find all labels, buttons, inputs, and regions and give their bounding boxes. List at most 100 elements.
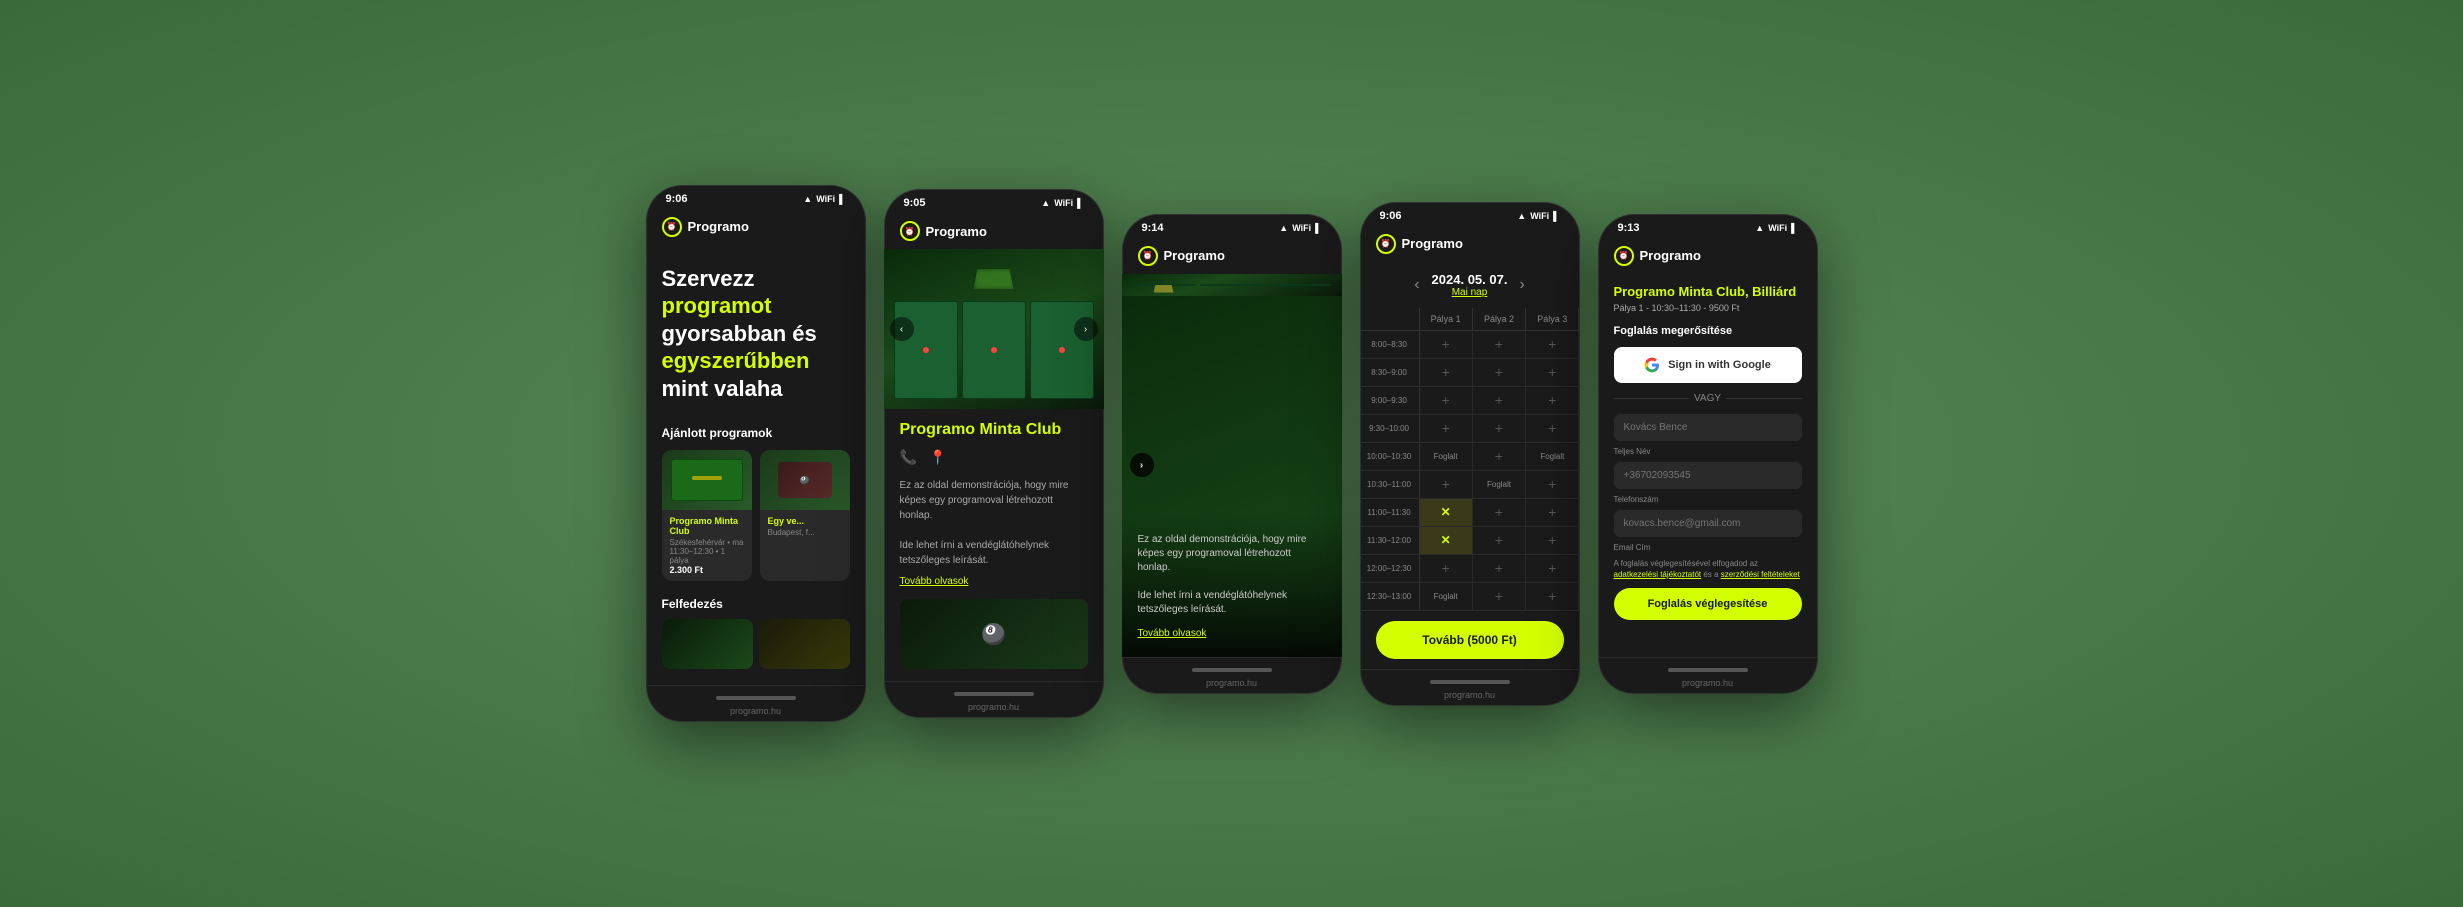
phone-content-3: Ez az oldal demonstrációja, hogy mire ké… <box>1122 274 1342 657</box>
hero-section: Szervezz programot gyorsabban és egyszer… <box>646 245 866 686</box>
slot-930-p2[interactable]: + <box>1473 415 1526 442</box>
discover-item-1[interactable] <box>662 619 753 669</box>
pool-light <box>692 476 722 480</box>
slot-1200-p1[interactable]: + <box>1420 555 1473 582</box>
wifi-icon-5: WiFi <box>1768 223 1787 233</box>
card-1[interactable]: Programo Minta Club Székesfehérvár • ma … <box>662 450 752 581</box>
lamp-a <box>1154 285 1174 293</box>
slot-830-p1[interactable]: + <box>1420 359 1473 386</box>
table-b <box>1200 284 1264 286</box>
app-header-1: ⏰ Programo <box>646 209 866 245</box>
slot-900-p2[interactable]: + <box>1473 387 1526 414</box>
phone3-overlay: Ez az oldal demonstrációja, hogy mire ké… <box>1122 513 1342 657</box>
status-bar-4: 9:06 ▲ WiFi ▌ <box>1360 202 1580 226</box>
slot-1130-p1[interactable]: ✕ <box>1420 527 1473 554</box>
slot-930-p3[interactable]: + <box>1526 415 1579 442</box>
slot-1230-p2[interactable]: + <box>1473 583 1526 610</box>
phone-input[interactable] <box>1614 462 1802 489</box>
confirm-btn[interactable]: Foglalás véglegesítése <box>1614 588 1802 620</box>
slot-800-p1[interactable]: + <box>1420 331 1473 358</box>
venue-gallery: 🎱 <box>900 599 1088 669</box>
terms-link-2[interactable]: szerződési feltételeket <box>1721 570 1800 579</box>
battery-icon-2: ▌ <box>1077 198 1083 208</box>
slot-930-p1[interactable]: + <box>1420 415 1473 442</box>
logo-icon-5: ⏰ <box>1614 246 1634 266</box>
cal-next[interactable]: › <box>1519 276 1524 294</box>
phone-5: 9:13 ▲ WiFi ▌ ⏰ Programo Programo Minta … <box>1598 214 1818 694</box>
slot-1230-p3[interactable]: + <box>1526 583 1579 610</box>
card-subtitle-1: Székesfehérvár • ma 11:30–12:30 • 1 pály… <box>670 538 744 565</box>
carousel-next-btn[interactable]: › <box>1074 317 1098 341</box>
time-1: 9:06 <box>666 193 688 205</box>
overlay-description: Ez az oldal demonstrációja, hogy mire ké… <box>1138 533 1326 617</box>
booking-btn[interactable]: Tovább (5000 Ft) <box>1376 621 1564 659</box>
slot-830-p3[interactable]: + <box>1526 359 1579 386</box>
slot-830-p2[interactable]: + <box>1473 359 1526 386</box>
row-930: 9:30–10:00 + + + <box>1360 415 1580 443</box>
footer-1: programo.hu <box>646 685 866 722</box>
pool-table <box>671 459 743 501</box>
overlay-read-more[interactable]: Tovább olvasok <box>1138 628 1207 639</box>
slot-1200-p2[interactable]: + <box>1473 555 1526 582</box>
slot-1100-p1[interactable]: ✕ <box>1420 499 1473 526</box>
card-2[interactable]: 🎱 Egy ve... Budapest, f... <box>760 450 850 581</box>
app-name-4: Programo <box>1402 236 1463 251</box>
cal-prev[interactable]: ‹ <box>1414 276 1419 294</box>
terms-link-1[interactable]: adatkezelési tájékoztatót <box>1614 570 1702 579</box>
nav-next-btn[interactable]: › <box>1130 453 1154 477</box>
cards-row: Programo Minta Club Székesfehérvár • ma … <box>662 450 850 581</box>
slot-1000-p2[interactable]: + <box>1473 443 1526 470</box>
phone-icon: 📞 <box>900 449 917 466</box>
table-c <box>1268 284 1332 286</box>
slot-1030-p3[interactable]: + <box>1526 471 1579 498</box>
email-input[interactable] <box>1614 510 1802 537</box>
slot-1030-p1[interactable]: + <box>1420 471 1473 498</box>
conf-detail: Pálya 1 - 10:30–11:30 - 9500 Ft <box>1614 303 1802 313</box>
read-more-link[interactable]: Tovább olvasok <box>900 576 1088 587</box>
phone-content-1: Szervezz programot gyorsabban és egyszer… <box>646 245 866 686</box>
home-indicator-1 <box>716 696 796 700</box>
slot-800-p2[interactable]: + <box>1473 331 1526 358</box>
home-indicator-4 <box>1430 680 1510 684</box>
time-900: 9:00–9:30 <box>1360 387 1420 414</box>
time-830: 8:30–9:00 <box>1360 359 1420 386</box>
app-header-5: ⏰ Programo <box>1598 238 1818 274</box>
slot-1130-p3[interactable]: + <box>1526 527 1579 554</box>
conf-venue-name: Programo Minta Club, Billiárd <box>1614 284 1802 299</box>
slot-1100-p2[interactable]: + <box>1473 499 1526 526</box>
header-p3: Pálya 3 <box>1526 308 1579 330</box>
status-icons-4: ▲ WiFi ▌ <box>1517 211 1559 221</box>
time-1000: 10:00–10:30 <box>1360 443 1420 470</box>
slot-1200-p3[interactable]: + <box>1526 555 1579 582</box>
slot-900-p3[interactable]: + <box>1526 387 1579 414</box>
cal-date-main: 2024. 05. 07. <box>1432 272 1508 287</box>
full-name-input[interactable] <box>1614 414 1802 441</box>
row-1200: 12:00–12:30 + + + <box>1360 555 1580 583</box>
row-1100: 11:00–11:30 ✕ + + <box>1360 499 1580 527</box>
row-830: 8:30–9:00 + + + <box>1360 359 1580 387</box>
signal-icon-2: ▲ <box>1041 198 1050 208</box>
footer-text-2: programo.hu <box>968 702 1019 712</box>
carousel-prev-btn[interactable]: ‹ <box>890 317 914 341</box>
discover-item-2[interactable] <box>759 619 850 669</box>
app-name-5: Programo <box>1640 248 1701 263</box>
slot-800-p3[interactable]: + <box>1526 331 1579 358</box>
wifi-icon: WiFi <box>816 194 835 204</box>
logo-icon-3: ⏰ <box>1138 246 1158 266</box>
footer-text-4: programo.hu <box>1444 690 1495 700</box>
battery-icon: ▌ <box>839 194 845 204</box>
cal-today[interactable]: Mai nap <box>1432 287 1508 298</box>
booking-grid: Pálya 1 Pálya 2 Pálya 3 8:00–8:30 + + + … <box>1360 308 1580 611</box>
slot-1130-p2[interactable]: + <box>1473 527 1526 554</box>
google-sign-btn[interactable]: Sign in with Google <box>1614 347 1802 383</box>
wifi-icon-3: WiFi <box>1292 223 1311 233</box>
terms-text: A foglalás véglegesítésével elfogadod az… <box>1614 558 1802 580</box>
grid-header: Pálya 1 Pálya 2 Pálya 3 <box>1360 308 1580 331</box>
slot-1100-p3[interactable]: + <box>1526 499 1579 526</box>
app-header-3: ⏰ Programo <box>1122 238 1342 274</box>
header-time <box>1360 308 1420 330</box>
card-title-2: Egy ve... <box>768 516 842 526</box>
status-icons-3: ▲ WiFi ▌ <box>1279 223 1321 233</box>
slot-900-p1[interactable]: + <box>1420 387 1473 414</box>
row-1230: 12:30–13:00 Foglalt + + <box>1360 583 1580 611</box>
